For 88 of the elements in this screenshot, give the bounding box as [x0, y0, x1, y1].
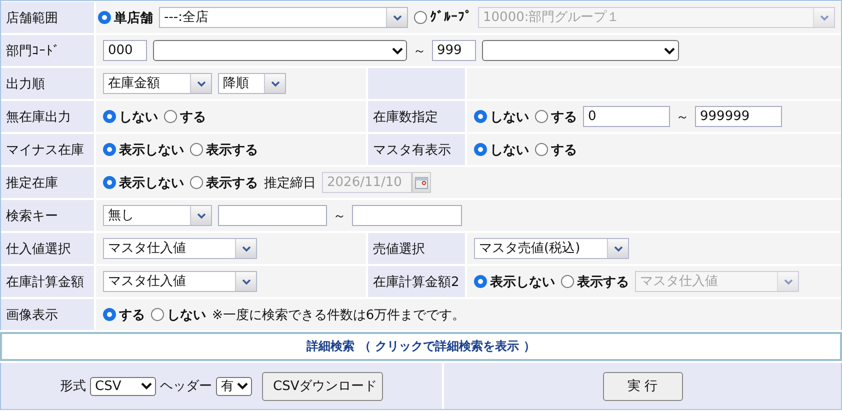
radio-label[interactable]: 表示しない	[119, 174, 184, 192]
radio-button[interactable]	[164, 110, 177, 123]
text-field[interactable]	[218, 205, 327, 226]
field-text: 推定締日	[264, 174, 316, 192]
download-button[interactable]: CSVダウンロード	[262, 372, 383, 400]
field-label: マイナス在庫	[6, 142, 84, 158]
text-field[interactable]	[352, 205, 462, 226]
radio-button[interactable]	[103, 143, 116, 156]
run-button[interactable]: 実 行	[602, 372, 682, 400]
chevron-down-icon	[196, 212, 206, 218]
text-field[interactable]: 999999	[695, 106, 782, 127]
radio-button[interactable]	[190, 176, 203, 189]
dropdown[interactable]: ---:全店	[159, 7, 408, 28]
field-label: 在庫数指定	[373, 108, 438, 126]
field-text: ～	[413, 42, 426, 60]
radio-button[interactable]	[474, 275, 487, 288]
radio-button[interactable]	[414, 11, 427, 24]
radio-button[interactable]	[474, 110, 487, 123]
field-label: 部門ｺｰﾄﾞ	[6, 42, 60, 60]
radio-label[interactable]: する	[180, 108, 206, 126]
text-field[interactable]: 999	[432, 40, 476, 61]
field-text: ※一度に検索できる件数は6万件までです。	[212, 306, 466, 324]
chevron-down-icon	[784, 278, 792, 284]
field-label: 推定在庫	[6, 174, 58, 192]
calendar-icon	[415, 176, 428, 188]
dropdown[interactable]: CSV	[90, 376, 156, 396]
radio-label[interactable]: しない	[490, 140, 529, 158]
radio-label[interactable]: 表示する	[206, 140, 258, 158]
radio-label[interactable]: する	[551, 108, 577, 126]
radio-label[interactable]: しない	[119, 108, 158, 126]
dropdown[interactable]: 在庫金額	[103, 73, 212, 94]
radio-label[interactable]: 表示する	[577, 272, 629, 290]
chevron-down-icon	[140, 382, 152, 390]
radio-button[interactable]	[103, 176, 116, 189]
field-label: 店舗範囲	[6, 10, 58, 26]
calendar-button[interactable]	[412, 172, 431, 193]
field-text: ～	[333, 208, 346, 224]
radio-button[interactable]	[561, 275, 574, 288]
radio-label[interactable]: 表示する	[206, 174, 258, 192]
detail-search-link[interactable]: 詳細検索 （ クリックで詳細検索を表示 ）	[306, 339, 536, 353]
dropdown[interactable]: 無し	[103, 205, 212, 226]
radio-label[interactable]: 単店舗	[114, 8, 153, 26]
radio-label[interactable]: 表示しない	[490, 272, 555, 290]
field-label: 検索キー	[6, 208, 58, 224]
field-label: 画像表示	[6, 306, 58, 324]
chevron-down-icon	[614, 246, 622, 252]
radio-button[interactable]	[535, 110, 548, 123]
chevron-down-icon	[392, 46, 402, 54]
field-label: 在庫計算金額2	[373, 274, 460, 290]
dropdown[interactable]: マスタ売値(税込)	[474, 238, 629, 259]
field-label: ヘッダー	[160, 378, 212, 395]
dropdown[interactable]	[153, 40, 407, 61]
field-label: 形式	[60, 378, 86, 395]
radio-button[interactable]	[190, 143, 203, 156]
radio-button[interactable]	[103, 308, 116, 321]
chevron-down-icon	[242, 246, 250, 252]
radio-label[interactable]: 表示しない	[119, 140, 184, 158]
field-label: 仕入値選択	[6, 240, 71, 258]
radio-button[interactable]	[103, 110, 116, 123]
field-label: 出力順	[6, 76, 45, 92]
radio-label[interactable]: しない	[490, 108, 529, 126]
field-text: ～	[676, 108, 689, 126]
field-label: マスタ有表示	[373, 142, 451, 158]
dropdown[interactable]: マスタ仕入値	[103, 238, 257, 259]
dropdown[interactable]: 降順	[218, 73, 286, 94]
radio-button[interactable]	[98, 11, 111, 24]
radio-label[interactable]: する	[119, 306, 145, 324]
chevron-down-icon	[392, 14, 402, 20]
text-field[interactable]: 000	[103, 40, 147, 61]
radio-label[interactable]: ｸﾞﾙｰﾌﾟ	[430, 10, 472, 25]
field-label: 無在庫出力	[6, 108, 71, 126]
field-label: 売値選択	[373, 240, 425, 258]
chevron-down-icon	[242, 278, 250, 284]
field-label: 在庫計算金額	[6, 274, 84, 290]
radio-button[interactable]	[535, 143, 548, 156]
chevron-down-icon	[270, 80, 280, 86]
radio-button[interactable]	[474, 143, 487, 156]
radio-button[interactable]	[151, 308, 164, 321]
radio-label[interactable]: しない	[167, 306, 206, 324]
text-field[interactable]: 0	[583, 106, 670, 127]
chevron-down-icon	[196, 80, 206, 86]
chevron-down-icon	[820, 14, 828, 20]
chevron-down-icon	[236, 382, 248, 390]
dropdown[interactable]: マスタ仕入値	[103, 271, 257, 292]
dropdown[interactable]	[482, 40, 679, 61]
detail-search-bar[interactable]: 詳細検索 （ クリックで詳細検索を表示 ）	[0, 332, 842, 361]
radio-label[interactable]: する	[551, 140, 577, 158]
chevron-down-icon	[664, 46, 674, 54]
